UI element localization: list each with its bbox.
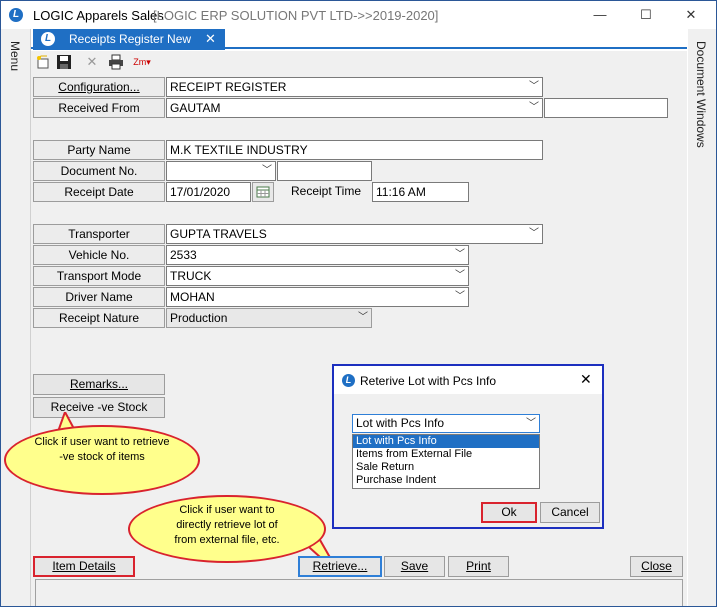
- driver-name-select[interactable]: MOHAN ﹀: [166, 287, 469, 307]
- chevron-down-icon: ﹀: [529, 81, 539, 92]
- driver-name-value: MOHAN: [170, 290, 215, 304]
- save-label: Save: [400, 559, 429, 573]
- dialog-option[interactable]: Items from External File: [353, 448, 539, 461]
- print-label: Print: [466, 559, 491, 573]
- new-document-icon[interactable]: [34, 54, 52, 70]
- receipt-nature-select[interactable]: Production ﹀: [166, 308, 372, 328]
- print-icon[interactable]: [107, 54, 125, 70]
- dialog-ok-button[interactable]: Ok: [481, 502, 537, 523]
- transporter-value: GUPTA TRAVELS: [170, 227, 267, 241]
- minimize-button[interactable]: —: [578, 3, 622, 27]
- save-icon[interactable]: [55, 54, 73, 70]
- receipt-time-label: Receipt Time: [281, 182, 371, 202]
- vehicle-no-select[interactable]: 2533 ﹀: [166, 245, 469, 265]
- callout-ve-stock: Click if user want to retrieve -ve stock…: [4, 425, 200, 495]
- app-subtitle: [LOGIC ERP SOLUTION PVT LTD->>2019-2020]: [153, 8, 439, 23]
- maximize-button[interactable]: ☐: [624, 3, 668, 27]
- document-no-select[interactable]: ﹀: [166, 161, 276, 181]
- item-details-label: Item Details: [52, 559, 116, 573]
- close-button[interactable]: Close: [630, 556, 683, 577]
- receipt-nature-value: Production: [170, 311, 228, 325]
- save-button[interactable]: Save: [384, 556, 445, 577]
- party-name-label: Party Name: [33, 140, 165, 160]
- print-button[interactable]: Print: [448, 556, 509, 577]
- configuration-button[interactable]: Configuration...: [33, 77, 165, 97]
- dialog-title-bar: L Reterive Lot with Pcs Info ✕: [334, 366, 602, 394]
- configuration-select[interactable]: RECEIPT REGISTER ﹀: [166, 77, 543, 97]
- retrieve-button[interactable]: Retrieve...: [298, 556, 382, 577]
- receipt-date-label: Receipt Date: [33, 182, 165, 202]
- document-windows-label[interactable]: Document Windows: [694, 41, 708, 148]
- chevron-down-icon: ﹀: [529, 228, 539, 239]
- chevron-down-icon: ﹀: [262, 165, 272, 176]
- app-title: LOGIC Apparels Sales: [33, 8, 164, 23]
- chevron-down-icon: ﹀: [526, 418, 536, 429]
- transport-mode-label: Transport Mode: [33, 266, 165, 286]
- dialog-retrieve-type-select[interactable]: Lot with Pcs Info ﹀: [352, 414, 540, 433]
- calendar-icon[interactable]: [252, 182, 274, 202]
- dialog-close-icon[interactable]: ✕: [580, 371, 592, 388]
- dialog-cancel-button[interactable]: Cancel: [540, 502, 600, 523]
- chevron-down-icon: ﹀: [529, 102, 539, 113]
- dialog-selected-value: Lot with Pcs Info: [356, 416, 445, 430]
- dialog-options-list: Lot with Pcs Info Items from External Fi…: [352, 434, 540, 489]
- tab-receipts-register[interactable]: L Receipts Register New ✕: [33, 29, 225, 50]
- menu-label[interactable]: Menu: [8, 41, 22, 71]
- tab-logo-icon: L: [41, 32, 55, 46]
- receipt-time-field[interactable]: 11:16 AM: [372, 182, 469, 202]
- vehicle-no-value: 2533: [170, 248, 197, 262]
- app-logo-icon: L: [9, 8, 23, 22]
- close-label: Close: [641, 559, 672, 573]
- chevron-down-icon: ﹀: [358, 312, 368, 323]
- tab-close-icon[interactable]: ✕: [205, 31, 216, 47]
- received-from-label: Received From: [33, 98, 165, 118]
- title-bar: L LOGIC Apparels Sales [LOGIC ERP SOLUTI…: [1, 1, 716, 29]
- vehicle-no-label: Vehicle No.: [33, 245, 165, 265]
- dialog-option[interactable]: Purchase Indent: [353, 474, 539, 487]
- chevron-down-icon: ﹀: [455, 291, 465, 302]
- zoom-icon[interactable]: Zm▾: [129, 54, 155, 70]
- document-windows-strip[interactable]: Document Windows: [688, 29, 716, 606]
- received-from-value: GAUTAM: [170, 101, 221, 115]
- menu-strip[interactable]: Menu: [1, 29, 31, 606]
- delete-icon[interactable]: ✕: [83, 54, 101, 70]
- item-details-button[interactable]: Item Details: [33, 556, 135, 577]
- retrieve-lot-dialog: L Reterive Lot with Pcs Info ✕ Lot with …: [332, 364, 604, 529]
- transporter-label: Transporter: [33, 224, 165, 244]
- party-name-field[interactable]: M.K TEXTILE INDUSTRY: [166, 140, 543, 160]
- dialog-logo-icon: L: [342, 374, 355, 387]
- document-no-extra-field[interactable]: [277, 161, 372, 181]
- configuration-label: Configuration...: [58, 80, 140, 94]
- chevron-down-icon: ﹀: [455, 249, 465, 260]
- dialog-title: Reterive Lot with Pcs Info: [360, 374, 497, 388]
- document-no-label: Document No.: [33, 161, 165, 181]
- transporter-select[interactable]: GUPTA TRAVELS ﹀: [166, 224, 543, 244]
- toolbar: ✕ Zm▾: [31, 51, 687, 73]
- remarks-label: Remarks...: [69, 377, 128, 391]
- receipt-date-field[interactable]: 17/01/2020: [166, 182, 251, 202]
- received-from-extra-field[interactable]: [544, 98, 668, 118]
- received-from-select[interactable]: GAUTAM ﹀: [166, 98, 543, 118]
- callout-retrieve-lot: Click if user want to directly retrieve …: [128, 495, 326, 563]
- transport-mode-select[interactable]: TRUCK ﹀: [166, 266, 469, 286]
- item-grid-panel: [35, 579, 683, 606]
- transport-mode-value: TRUCK: [170, 269, 212, 283]
- dialog-option[interactable]: Sale Return: [353, 461, 539, 474]
- dialog-option[interactable]: Lot with Pcs Info: [353, 435, 539, 448]
- chevron-down-icon: ﹀: [455, 270, 465, 281]
- receipt-nature-label: Receipt Nature: [33, 308, 165, 328]
- tab-label: Receipts Register New: [69, 32, 192, 46]
- window-close-button[interactable]: ✕: [669, 3, 713, 27]
- configuration-value: RECEIPT REGISTER: [170, 80, 287, 94]
- remarks-button[interactable]: Remarks...: [33, 374, 165, 395]
- retrieve-label: Retrieve...: [312, 559, 368, 573]
- driver-name-label: Driver Name: [33, 287, 165, 307]
